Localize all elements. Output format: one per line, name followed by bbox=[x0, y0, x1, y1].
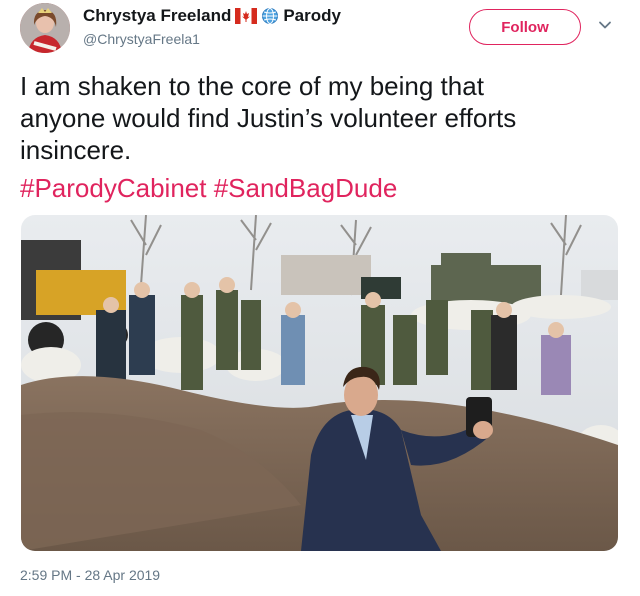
tweet-timestamp[interactable]: 2:59 PM - 28 Apr 2019 bbox=[20, 567, 160, 583]
hashtag-row: #ParodyCabinet #SandBagDude bbox=[20, 172, 397, 204]
avatar-image bbox=[20, 3, 70, 53]
author-display-name[interactable]: Chrystya Freeland bbox=[83, 6, 231, 26]
globe-icon bbox=[262, 8, 279, 24]
tweet-text: I am shaken to the core of my being that… bbox=[20, 70, 620, 166]
sandbag-volunteers-photo bbox=[21, 215, 618, 551]
hashtag-sandbagdude[interactable]: #SandBagDude bbox=[214, 173, 398, 203]
chevron-down-icon[interactable] bbox=[598, 18, 612, 32]
author-name-row[interactable]: Chrystya Freeland Parody bbox=[83, 6, 341, 26]
avatar[interactable] bbox=[20, 3, 70, 53]
hashtag-parodycabinet[interactable]: #ParodyCabinet bbox=[20, 173, 206, 203]
tweet-text-line: anyone would find Justin’s volunteer eff… bbox=[20, 103, 517, 133]
tweet-text-line: insincere. bbox=[20, 135, 132, 165]
canada-flag-icon bbox=[235, 8, 258, 24]
tweet-photo[interactable] bbox=[21, 215, 618, 551]
tweet-text-line: I am shaken to the core of my being that bbox=[20, 71, 484, 101]
author-handle[interactable]: @ChrystyaFreela1 bbox=[83, 31, 200, 47]
follow-button[interactable]: Follow bbox=[469, 9, 581, 45]
parody-badge: Parody bbox=[283, 6, 341, 25]
